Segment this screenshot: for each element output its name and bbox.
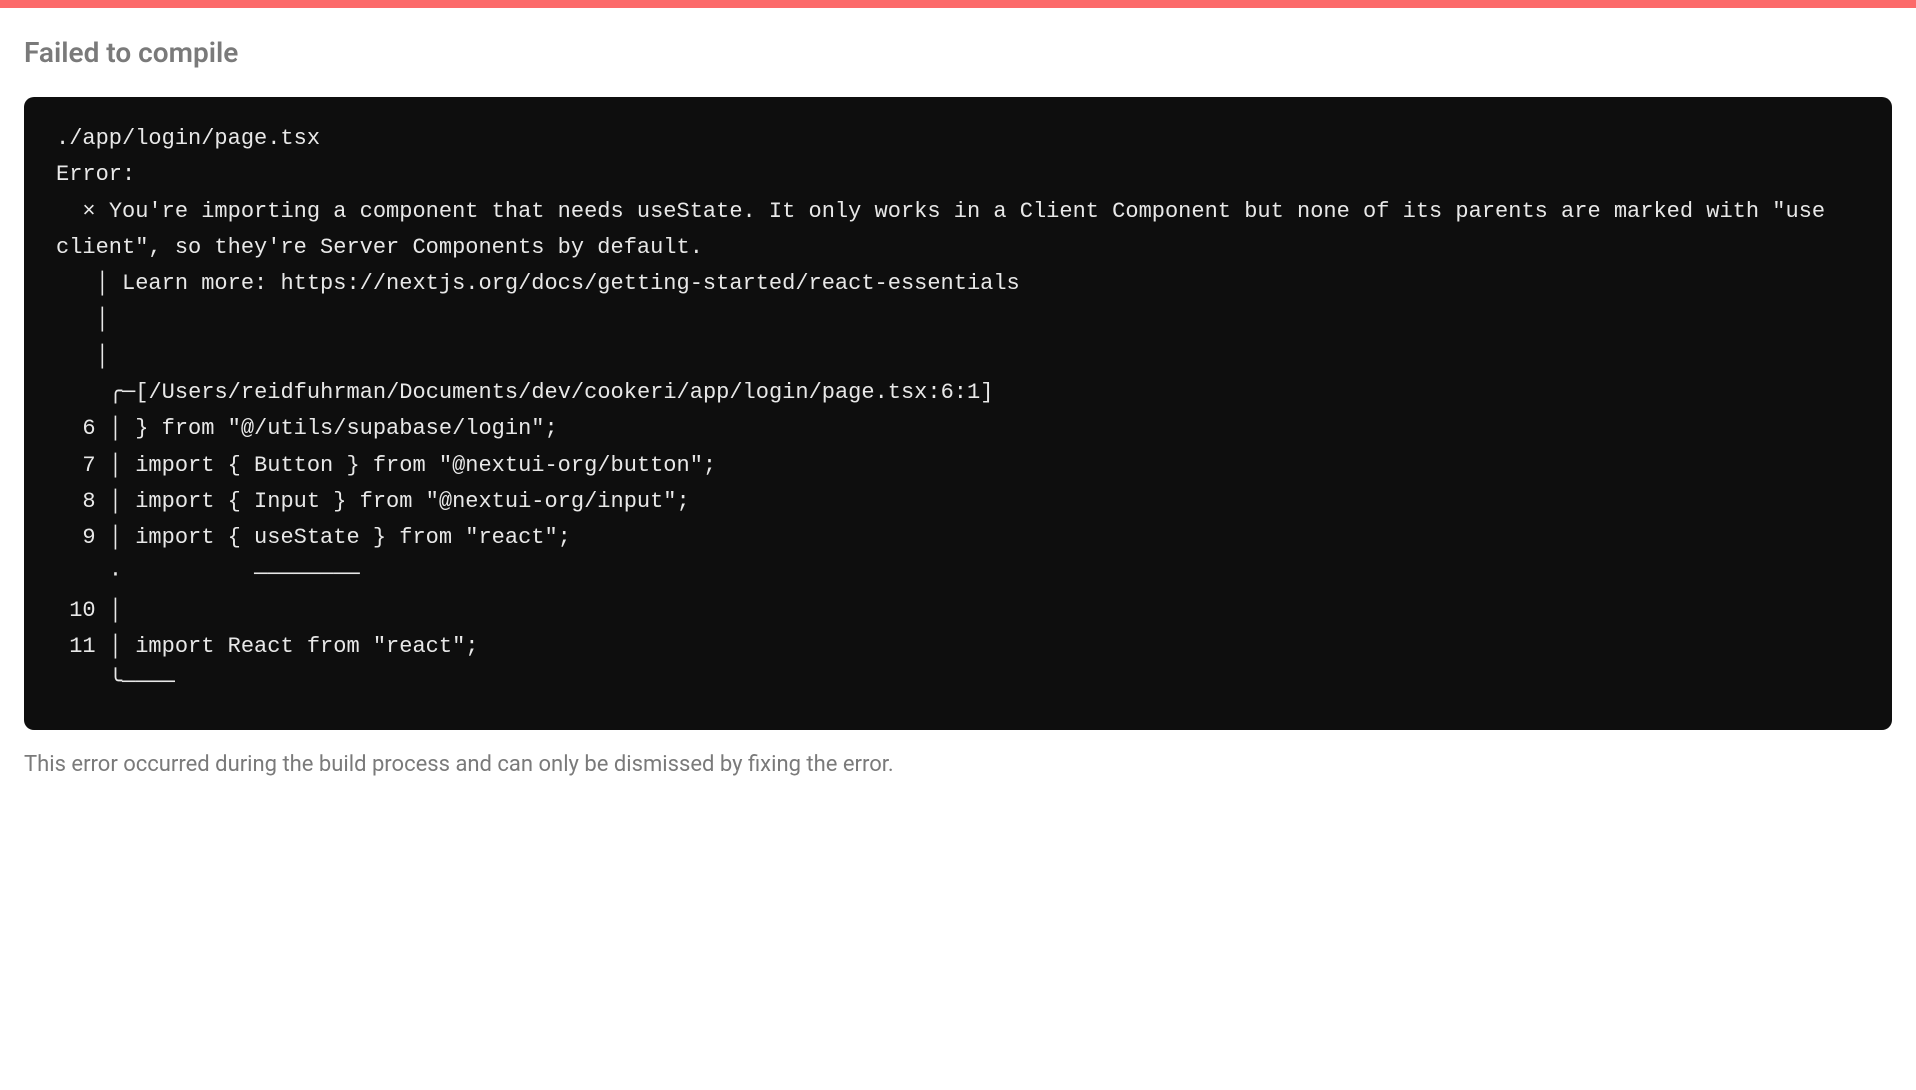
empty-line: [135, 162, 148, 187]
code-closer: ╰────: [56, 670, 175, 695]
error-container: Failed to compile ./app/login/page.tsx E…: [0, 8, 1916, 805]
error-footer-note: This error occurred during the build pro…: [24, 752, 1892, 777]
learn-more-line: │ Learn more: https://nextjs.org/docs/ge…: [56, 271, 1020, 296]
error-code-block: ./app/login/page.tsx Error: × You're imp…: [24, 97, 1892, 730]
code-line-7: 7 │ import { Button } from "@nextui-org/…: [56, 453, 716, 478]
code-line-10: 10 │: [56, 598, 135, 623]
error-message: You're importing a component that needs …: [56, 199, 1838, 260]
error-label: Error:: [56, 162, 135, 187]
code-line-11: 11 │ import React from "react";: [56, 634, 478, 659]
pipe-line: │: [56, 344, 122, 369]
error-title: Failed to compile: [24, 36, 1892, 69]
error-top-bar: [0, 0, 1916, 8]
error-message-prefix: ×: [56, 199, 109, 224]
code-line-9: 9 │ import { useState } from "react";: [56, 525, 571, 550]
code-line-6: 6 │ } from "@/utils/supabase/login";: [56, 416, 558, 441]
code-line-8: 8 │ import { Input } from "@nextui-org/i…: [56, 489, 690, 514]
code-underline: · ────────: [56, 562, 360, 587]
error-file-path: ./app/login/page.tsx: [56, 126, 320, 151]
source-location-header: ╭─[/Users/reidfuhrman/Documents/dev/cook…: [56, 380, 993, 405]
pipe-line: │: [56, 307, 122, 332]
